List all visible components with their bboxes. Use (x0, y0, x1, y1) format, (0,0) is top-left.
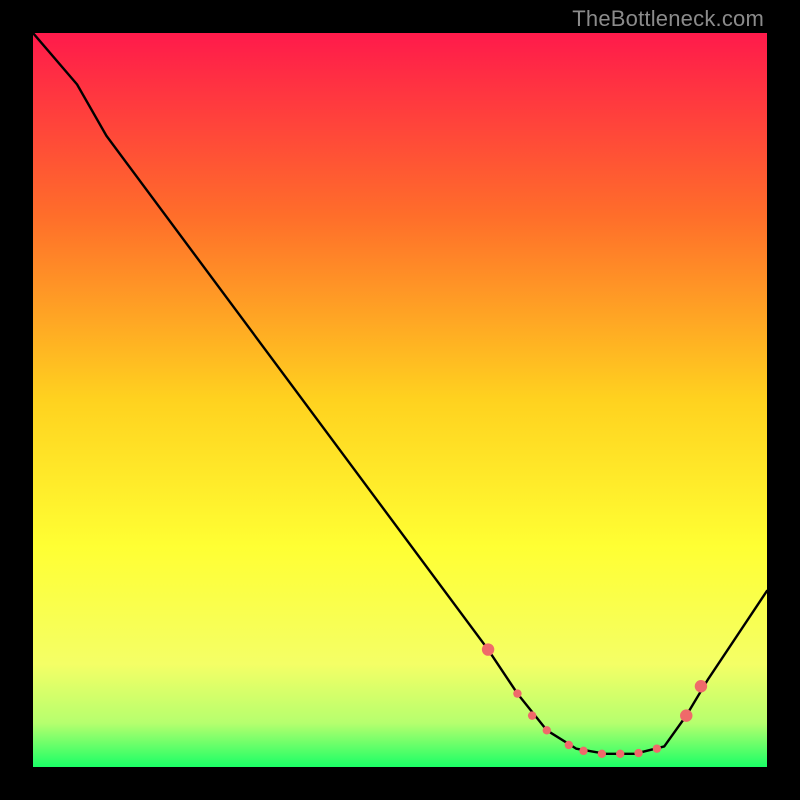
chart-frame (33, 33, 767, 767)
marker-dot (513, 689, 521, 697)
marker-dot (482, 643, 494, 655)
chart-svg (33, 33, 767, 767)
watermark-text: TheBottleneck.com (572, 6, 764, 32)
marker-dot (653, 744, 661, 752)
marker-dot (616, 750, 624, 758)
marker-dot (634, 749, 642, 757)
gradient-background (33, 33, 767, 767)
marker-dot (543, 726, 551, 734)
marker-dot (528, 711, 536, 719)
marker-dot (695, 680, 707, 692)
marker-dot (565, 741, 573, 749)
marker-dot (680, 709, 692, 721)
marker-dot (598, 750, 606, 758)
marker-dot (579, 747, 587, 755)
